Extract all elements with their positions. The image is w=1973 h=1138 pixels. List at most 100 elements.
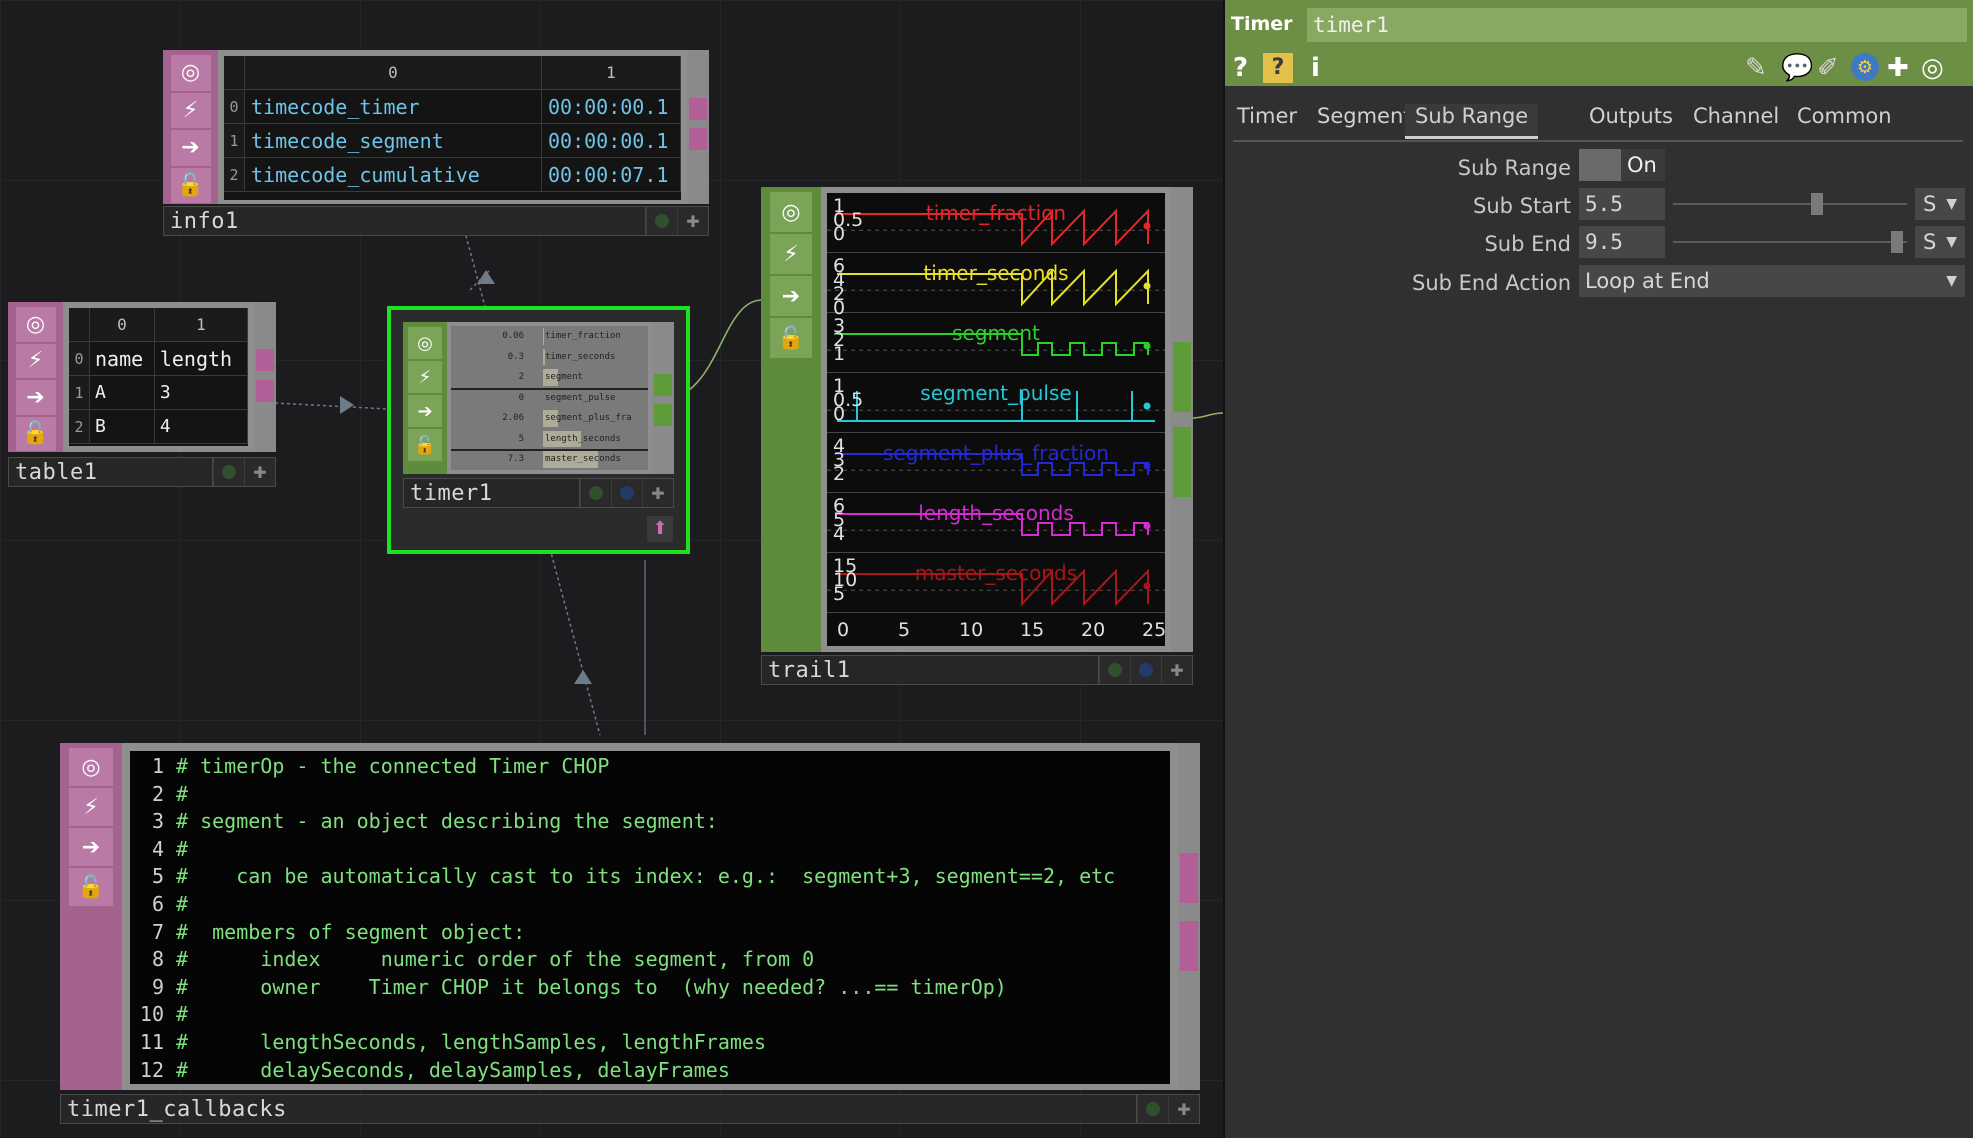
sub-start-unit-menu[interactable]: S ▼ (1915, 188, 1965, 220)
code-line[interactable]: 9 # owner Timer CHOP it belongs to (why n… (130, 974, 1170, 1002)
code-line[interactable]: 4 # (130, 836, 1170, 864)
output-port[interactable] (1173, 342, 1191, 412)
code-line[interactable]: 12 # delaySeconds, delaySamples, delayFra… (130, 1057, 1170, 1084)
viewer-toggle-icon[interactable]: ◎ (408, 327, 442, 359)
sub-end-action-menu[interactable]: Loop at End ▼ (1579, 265, 1965, 297)
lock-icon[interactable]: 🔓 (15, 416, 56, 451)
trail1-node[interactable]: ◎ ⚡ ➔ 🔓 1 0.5 0 timer_fraction 6 4 2 0 timer_sec… (761, 187, 1193, 652)
docked-edit-icon[interactable]: ✐ (1817, 53, 1839, 83)
table1-table-view[interactable]: 0 1 0 name length 1 A 3 2 B 4 (69, 308, 248, 446)
sub-start-slider-track[interactable] (1673, 203, 1907, 205)
output-port[interactable] (1180, 853, 1198, 903)
sub-range-toggle[interactable]: On (1579, 149, 1665, 181)
code-line[interactable]: 3 # segment - an object describing the se… (130, 808, 1170, 836)
info1-table-view[interactable]: 0 1 0 timecode_timer 00:00:00.1 1 timeco… (224, 56, 681, 200)
output-port[interactable] (256, 349, 274, 371)
lock-icon[interactable]: 🔓 (170, 167, 211, 203)
timer1-node[interactable]: ◎ ⚡ ➔ 🔓 0.06 timer_fraction 0.3 timer_secon… (403, 322, 674, 474)
viewer-active-icon[interactable] (580, 479, 611, 507)
pin-icon[interactable]: ✚ (244, 458, 275, 486)
info1-node[interactable]: ◎ ⚡ ➔ 🔓 0 1 0 timecode_timer 00:00:00.1 … (163, 50, 709, 204)
comment-edit-icon[interactable]: ✎ (1745, 53, 1767, 83)
code-line[interactable]: 11 # lengthSeconds, lengthSamples, length… (130, 1029, 1170, 1057)
timer1-channel-view[interactable]: 0.06 timer_fraction 0.3 timer_seconds 2 segme… (451, 326, 648, 470)
viewer-toggle-icon[interactable]: ◎ (770, 192, 812, 232)
viewer-icon[interactable]: ◎ (1921, 53, 1944, 83)
tab-common[interactable]: Common (1795, 104, 1894, 136)
cell[interactable]: B (89, 409, 155, 444)
pin-icon[interactable]: ✚ (642, 479, 673, 507)
info-icon[interactable]: i (1311, 53, 1320, 83)
sub-start-field[interactable]: 5.5 (1579, 188, 1665, 220)
trail-graph-view[interactable]: 1 0.5 0 timer_fraction 6 4 2 0 timer_seconds 3 2 1 s… (827, 193, 1165, 646)
pin-icon[interactable]: ✚ (1161, 656, 1192, 684)
python-icon[interactable]: ⚙ (1851, 53, 1879, 81)
output-port[interactable] (654, 374, 672, 396)
edit-icon[interactable]: ⚡ (408, 361, 442, 393)
node-name[interactable]: trail1 (762, 656, 1099, 684)
add-icon[interactable]: ✚ (1887, 53, 1909, 83)
viewer-active-icon[interactable] (646, 207, 677, 235)
code-line[interactable]: 5 # can be automatically cast to its inde… (130, 863, 1170, 891)
code-line[interactable]: 8 # index numeric order of the segment, f… (130, 946, 1170, 974)
sub-end-slider-handle[interactable] (1890, 231, 1903, 253)
edit-icon[interactable]: ⚡ (170, 92, 211, 128)
viewer-active-icon[interactable] (1099, 656, 1130, 684)
table1-node[interactable]: ◎ ⚡ ➔ 🔓 0 1 0 name length 1 A 3 2 B 4 (8, 302, 276, 452)
cell[interactable]: 3 (154, 375, 248, 410)
help-icon[interactable]: ? (1233, 53, 1248, 83)
output-port[interactable] (256, 380, 274, 402)
node-name[interactable]: timer1 (404, 479, 580, 507)
output-port[interactable] (689, 98, 707, 120)
python-help-icon[interactable]: ? (1263, 53, 1293, 83)
pin-icon[interactable]: ✚ (677, 207, 708, 235)
sub-start-slider-handle[interactable] (1810, 193, 1823, 215)
lock-icon[interactable]: 🔓 (770, 318, 812, 358)
viewer-active-icon[interactable] (1137, 1095, 1168, 1123)
bypass-icon[interactable]: ➔ (170, 130, 211, 166)
display-flag-icon[interactable] (1130, 656, 1161, 684)
timer1-node-selection[interactable]: ◎ ⚡ ➔ 🔓 0.06 timer_fraction 0.3 timer_secon… (387, 306, 690, 554)
callbacks-node[interactable]: ◎ ⚡ ➔ 🔓 1 # timerOp - the connected Timer… (60, 743, 1200, 1090)
cell[interactable]: length (154, 341, 248, 376)
tab-timer[interactable]: Timer (1235, 104, 1299, 136)
bypass-icon[interactable]: ➔ (408, 395, 442, 427)
cell[interactable]: A (89, 375, 155, 410)
lock-icon[interactable]: 🔓 (408, 429, 442, 461)
cell[interactable]: 4 (154, 409, 248, 444)
sub-end-unit-menu[interactable]: S ▼ (1915, 226, 1965, 258)
output-port[interactable] (1180, 921, 1198, 971)
operator-name-field[interactable]: timer1 (1307, 8, 1967, 42)
viewer-toggle-icon[interactable]: ◎ (170, 55, 211, 91)
comment-icon[interactable]: 💬 (1781, 53, 1813, 83)
pin-icon[interactable]: ✚ (1168, 1095, 1199, 1123)
edit-icon[interactable]: ⚡ (15, 343, 56, 378)
edit-icon[interactable]: ⚡ (770, 234, 812, 274)
sub-end-slider-track[interactable] (1673, 241, 1907, 243)
bypass-icon[interactable]: ➔ (15, 380, 56, 415)
code-line[interactable]: 7 # members of segment object: (130, 919, 1170, 947)
node-name[interactable]: timer1_callbacks (61, 1095, 1137, 1123)
viewer-toggle-icon[interactable]: ◎ (15, 307, 56, 342)
viewer-active-icon[interactable] (213, 458, 244, 486)
code-line[interactable]: 10 # (130, 1001, 1170, 1029)
node-name[interactable]: info1 (164, 207, 646, 235)
code-line[interactable]: 1 # timerOp - the connected Timer CHOP (130, 753, 1170, 781)
code-line[interactable]: 6 # (130, 891, 1170, 919)
callbacks-dock-icon[interactable]: ⬆ (647, 516, 673, 542)
sub-end-field[interactable]: 9.5 (1579, 226, 1665, 258)
tab-channel[interactable]: Channel (1691, 104, 1781, 136)
bypass-icon[interactable]: ➔ (69, 828, 113, 866)
output-port[interactable] (689, 128, 707, 150)
viewer-toggle-icon[interactable]: ◎ (69, 748, 113, 786)
node-name[interactable]: table1 (9, 458, 213, 486)
lock-icon[interactable]: 🔓 (69, 868, 113, 906)
edit-icon[interactable]: ⚡ (69, 788, 113, 826)
tab-sub-range[interactable]: Sub Range (1405, 104, 1539, 139)
tab-outputs[interactable]: Outputs (1587, 104, 1675, 136)
cell[interactable]: name (89, 341, 155, 376)
output-port[interactable] (1173, 427, 1191, 497)
display-flag-icon[interactable] (611, 479, 642, 507)
bypass-icon[interactable]: ➔ (770, 276, 812, 316)
callbacks-text-view[interactable]: 1 # timerOp - the connected Timer CHOP 2 #3… (130, 751, 1170, 1084)
